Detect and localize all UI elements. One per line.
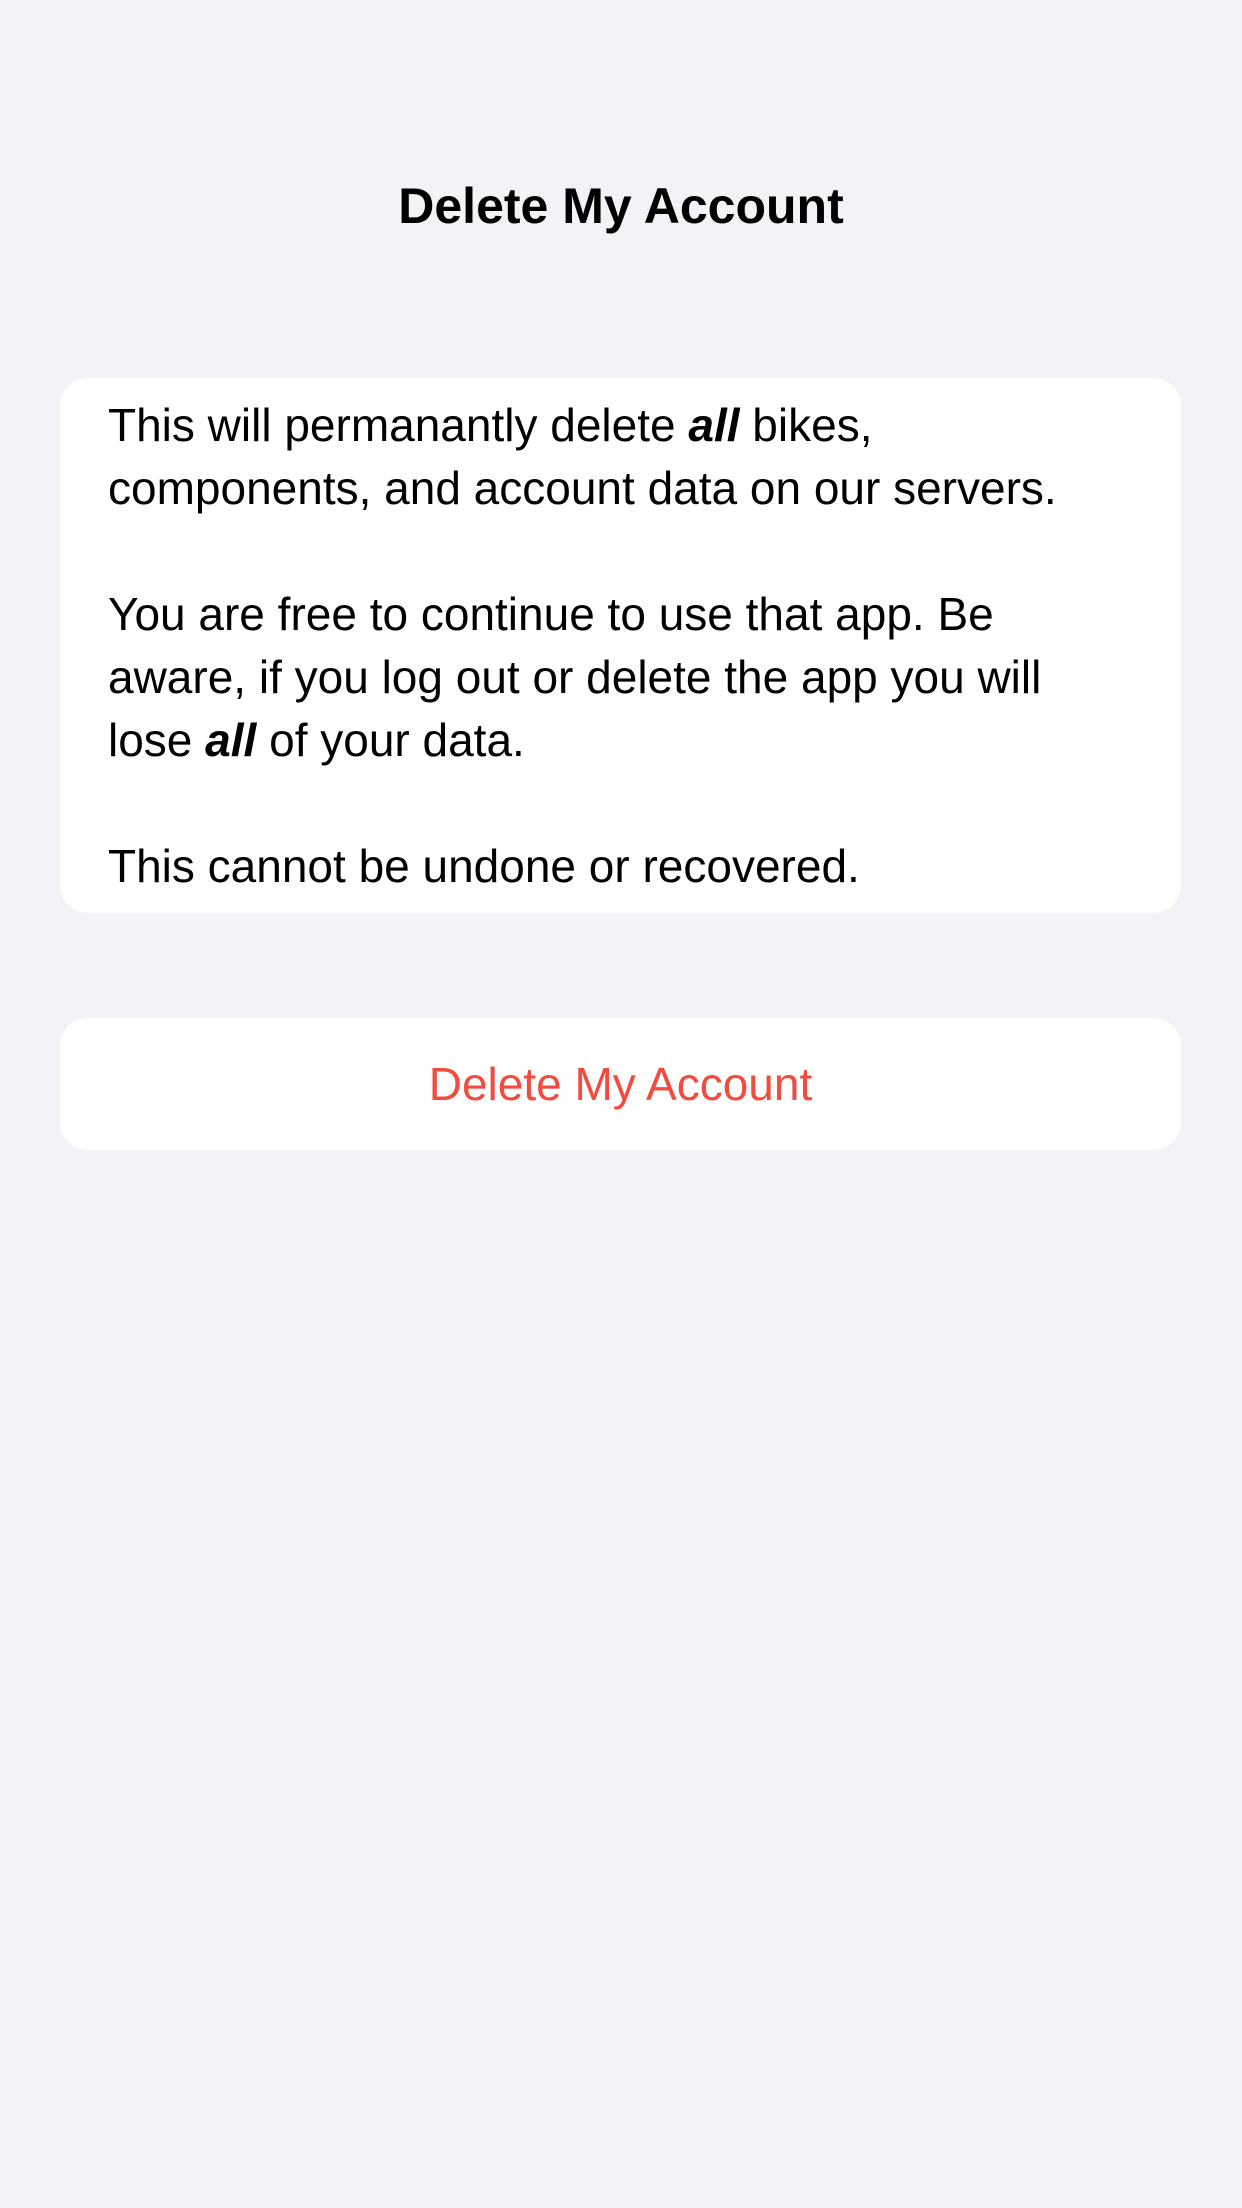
warning-paragraph-continue-use: You are free to continue to use that app… bbox=[108, 583, 1133, 772]
delete-account-button[interactable]: Delete My Account bbox=[60, 1018, 1181, 1150]
warning-paragraph-data-deletion: This will permanantly delete all bikes, … bbox=[108, 394, 1133, 520]
page-title: Delete My Account bbox=[398, 178, 844, 234]
warning-paragraph-irreversible: This cannot be undone or recovered. bbox=[108, 840, 860, 892]
warning-text: This will permanantly delete bbox=[108, 399, 689, 451]
warning-text: of your data. bbox=[256, 714, 525, 766]
emphasis-all: all bbox=[688, 399, 740, 451]
emphasis-all: all bbox=[205, 714, 257, 766]
warning-card: This will permanantly delete all bikes, … bbox=[60, 378, 1181, 913]
